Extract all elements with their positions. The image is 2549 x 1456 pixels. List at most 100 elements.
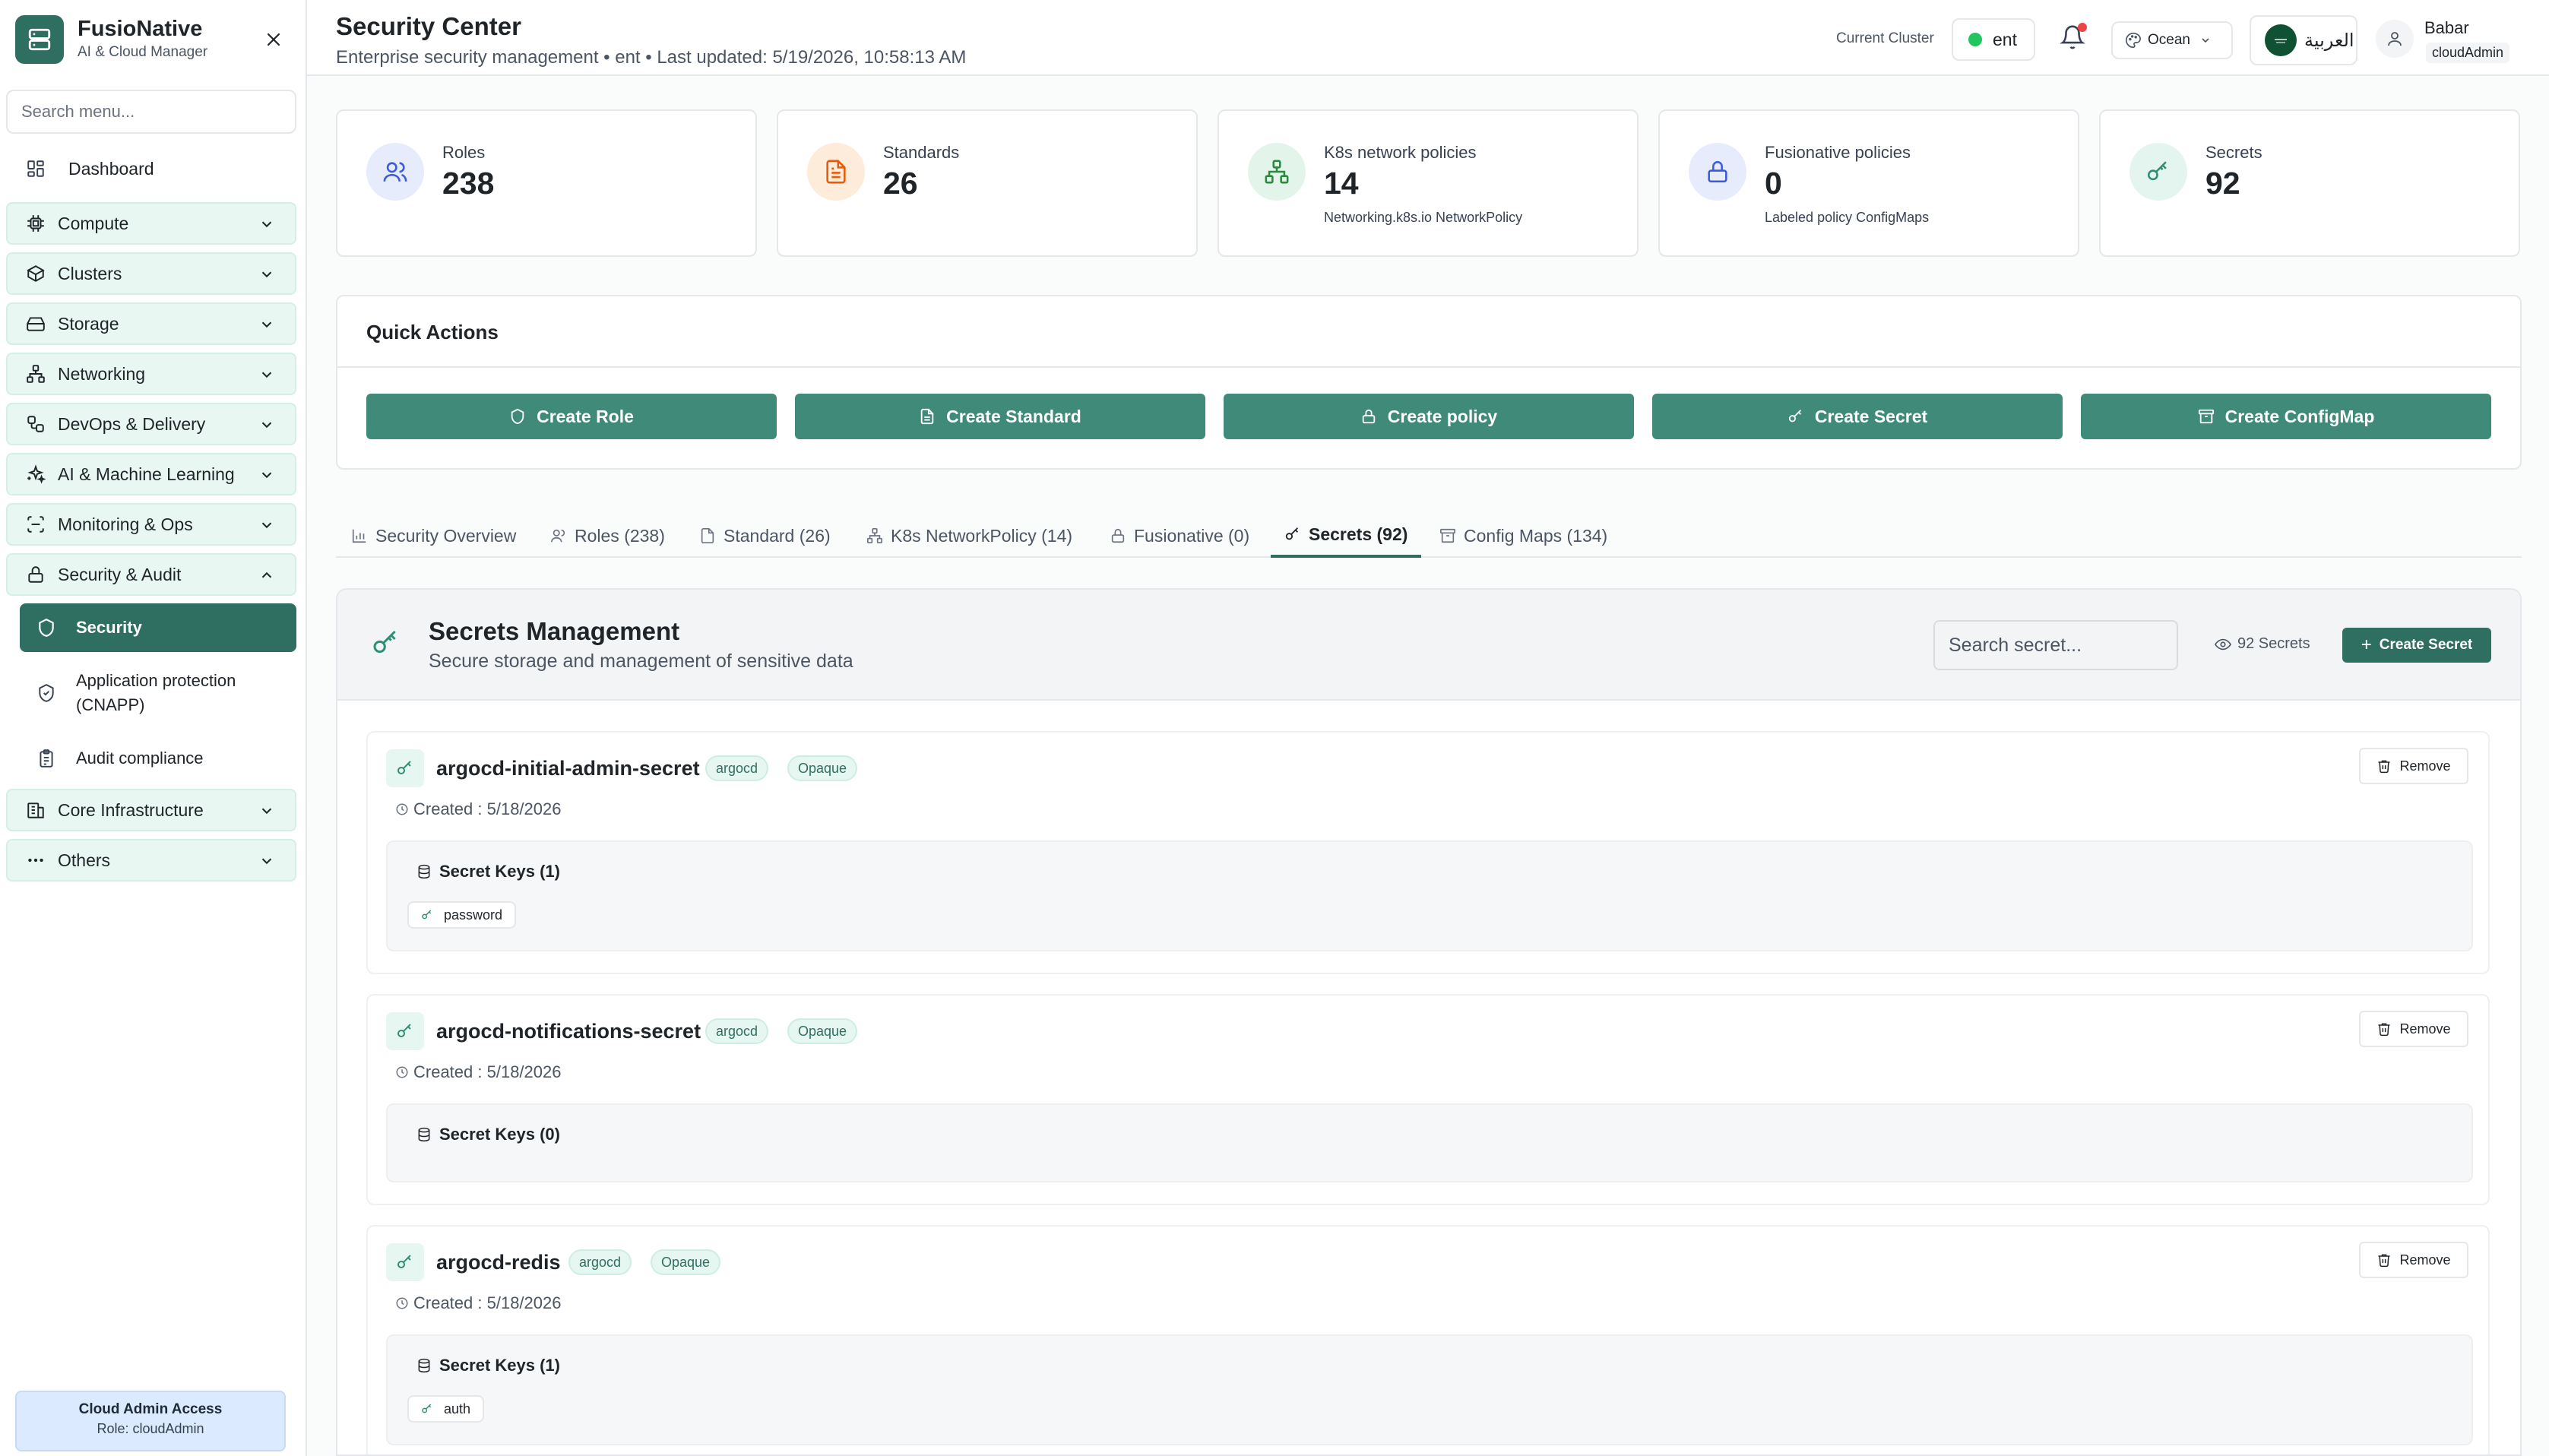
create-standard-button[interactable]: Create Standard xyxy=(795,394,1205,439)
sidebar-group-ai-ml[interactable]: AI & Machine Learning xyxy=(6,453,296,495)
close-sidebar-button[interactable] xyxy=(263,29,284,50)
cluster-name: ent xyxy=(1993,29,2017,49)
chevron-down-icon xyxy=(261,472,272,479)
notifications-button[interactable] xyxy=(2060,23,2087,52)
sidebar-group-clusters[interactable]: Clusters xyxy=(6,252,296,295)
users-icon xyxy=(551,529,565,543)
keys-title-label: Secret Keys (1) xyxy=(439,1356,560,1375)
tab-label: Roles (238) xyxy=(575,525,665,546)
keys-title-label: Secret Keys (0) xyxy=(439,1125,560,1144)
create-secret-button[interactable]: + Create Secret xyxy=(2342,628,2491,663)
sidebar-group-networking[interactable]: Networking xyxy=(6,353,296,395)
tab-standard[interactable]: Standard (26) xyxy=(699,514,831,558)
palette-icon xyxy=(2126,33,2141,48)
shield-check-icon xyxy=(35,682,58,704)
database-icon xyxy=(418,864,430,879)
sidebar-item-security[interactable]: Security xyxy=(20,603,296,652)
network-icon xyxy=(1248,143,1306,201)
secret-card: argocd-notifications-secret argocd Opaqu… xyxy=(366,994,2490,1205)
tab-security-overview[interactable]: Security Overview xyxy=(351,514,516,558)
secrets-count-label: 92 Secrets xyxy=(2237,635,2310,652)
create-secret-button[interactable]: Create Secret xyxy=(1652,394,2063,439)
create-policy-button[interactable]: Create policy xyxy=(1224,394,1634,439)
tab-config-maps[interactable]: Config Maps (134) xyxy=(1439,514,1607,558)
language-label: العربية xyxy=(2304,30,2354,51)
cluster-selector[interactable]: ent xyxy=(1952,18,2035,61)
close-icon xyxy=(267,33,280,46)
file-text-icon xyxy=(920,408,934,425)
sidebar-group-label: Others xyxy=(58,850,111,870)
remove-secret-button[interactable]: Remove xyxy=(2359,1242,2468,1278)
database-icon xyxy=(418,1127,430,1142)
sidebar-item-label: Audit compliance xyxy=(76,749,204,768)
sidebar-group-label: DevOps & Delivery xyxy=(58,413,206,434)
tab-k8s-networkpolicy[interactable]: K8s NetworkPolicy (14) xyxy=(866,514,1072,558)
page-title: Security Center xyxy=(336,12,521,40)
sidebar-item-label: Dashboard xyxy=(68,158,154,179)
sidebar-group-core-infra[interactable]: Core Infrastructure xyxy=(6,789,296,831)
sidebar-item-dashboard[interactable]: Dashboard xyxy=(6,149,296,188)
stat-value: 238 xyxy=(442,166,495,201)
sidebar-item-audit-compliance[interactable]: Audit compliance xyxy=(20,737,296,780)
trash-icon xyxy=(2378,1254,2390,1268)
stat-label: Fusionative policies xyxy=(1765,143,1911,162)
user-avatar[interactable] xyxy=(2376,20,2414,58)
stat-value: 14 xyxy=(1324,166,1359,201)
button-label: Create policy xyxy=(1387,406,1498,426)
chevron-down-icon xyxy=(261,321,272,328)
button-label: Create Secret xyxy=(2379,637,2473,653)
secret-search-input[interactable] xyxy=(1933,620,2178,670)
chevron-down-icon xyxy=(2202,38,2209,43)
tab-label: Secrets (92) xyxy=(1309,524,1408,544)
key-icon xyxy=(386,749,424,787)
secret-keys-title: Secret Keys (1) xyxy=(416,1356,560,1375)
secrets-count: 92 Secrets xyxy=(2215,635,2310,653)
stat-value: 0 xyxy=(1765,166,1782,201)
secrets-panel-header: Secrets Management Secure storage and ma… xyxy=(337,590,2520,701)
eye-icon xyxy=(2215,638,2231,650)
tab-roles[interactable]: Roles (238) xyxy=(550,514,665,558)
trash-icon xyxy=(2378,760,2390,774)
tab-label: Config Maps (134) xyxy=(1464,525,1608,546)
remove-secret-button[interactable]: Remove xyxy=(2359,1011,2468,1047)
stat-label: Secrets xyxy=(2205,143,2262,162)
sidebar-group-monitoring[interactable]: Monitoring & Ops xyxy=(6,503,296,546)
lock-icon xyxy=(1111,528,1125,543)
sidebar-group-storage[interactable]: Storage xyxy=(6,302,296,345)
remove-secret-button[interactable]: Remove xyxy=(2359,748,2468,784)
secret-card: argocd-redis argocd Opaque Created : 5/1… xyxy=(366,1225,2490,1454)
sidebar-group-compute[interactable]: Compute xyxy=(6,202,296,245)
sidebar-group-devops[interactable]: DevOps & Delivery xyxy=(6,403,296,445)
sidebar-group-label: Clusters xyxy=(58,263,122,283)
create-role-button[interactable]: Create Role xyxy=(366,394,777,439)
stat-label: K8s network policies xyxy=(1324,143,1477,162)
chevron-down-icon xyxy=(261,858,272,865)
sidebar-item-cnapp[interactable]: Application protection (CNAPP) xyxy=(20,663,296,723)
create-configmap-button[interactable]: Create ConfigMap xyxy=(2081,394,2491,439)
secret-name: argocd-redis xyxy=(436,1251,561,1274)
sidebar-search-input[interactable] xyxy=(6,90,296,134)
theme-selector[interactable]: Ocean xyxy=(2111,21,2233,59)
user-name: Babar xyxy=(2424,18,2469,37)
key-name: password xyxy=(444,907,503,923)
tab-secrets[interactable]: Secrets (92) xyxy=(1271,514,1422,558)
secrets-title: Secrets Management xyxy=(429,617,680,645)
language-switch-button[interactable]: العربية xyxy=(2250,15,2357,65)
sidebar-group-label: Networking xyxy=(58,363,146,384)
plus-icon: + xyxy=(2361,635,2372,655)
chevron-down-icon xyxy=(261,271,272,278)
secret-keys-box: Secret Keys (1) password xyxy=(386,840,2473,951)
cluster-label: Current Cluster xyxy=(1836,30,1934,46)
sidebar-group-others[interactable]: Others xyxy=(6,839,296,882)
tab-fusionative[interactable]: Fusionative (0) xyxy=(1110,514,1249,558)
type-badge: Opaque xyxy=(787,755,858,781)
sparkles-icon xyxy=(24,463,47,486)
chevron-up-icon xyxy=(261,571,272,578)
access-title: Cloud Admin Access xyxy=(78,1401,223,1417)
key-icon xyxy=(422,1404,432,1413)
key-icon xyxy=(1285,527,1299,540)
button-label: Create ConfigMap xyxy=(2224,406,2375,426)
namespace-badge: argocd xyxy=(568,1249,632,1275)
server-logo-icon xyxy=(15,15,64,64)
sidebar-group-security-audit[interactable]: Security & Audit xyxy=(6,553,296,596)
